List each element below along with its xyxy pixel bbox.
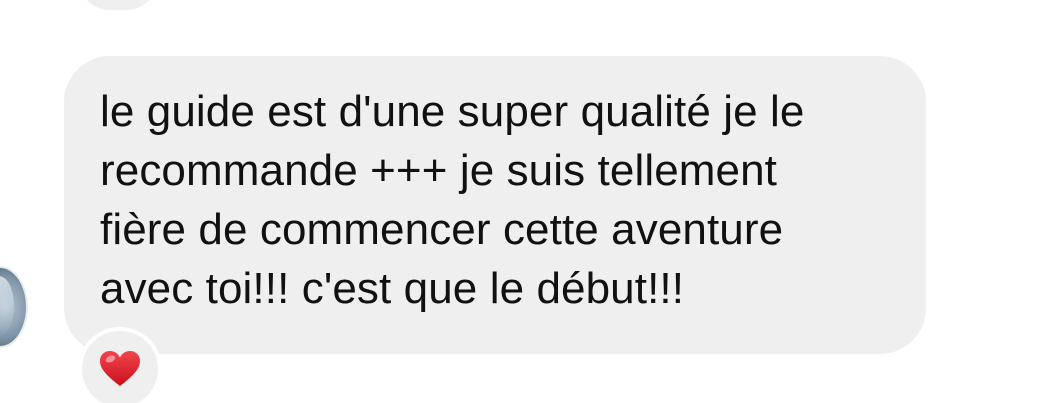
reaction-badge[interactable] <box>78 327 162 403</box>
message-text: le guide est d'une super qualité je le r… <box>100 87 805 313</box>
avatar-photo <box>0 276 14 336</box>
sender-avatar[interactable] <box>0 266 28 348</box>
chat-thread: le guide est d'une super qualité je le r… <box>0 0 1063 403</box>
heart-icon <box>100 351 140 386</box>
message-bubble[interactable]: le guide est d'une super qualité je le r… <box>64 56 926 354</box>
previous-message-bubble[interactable] <box>78 0 158 10</box>
